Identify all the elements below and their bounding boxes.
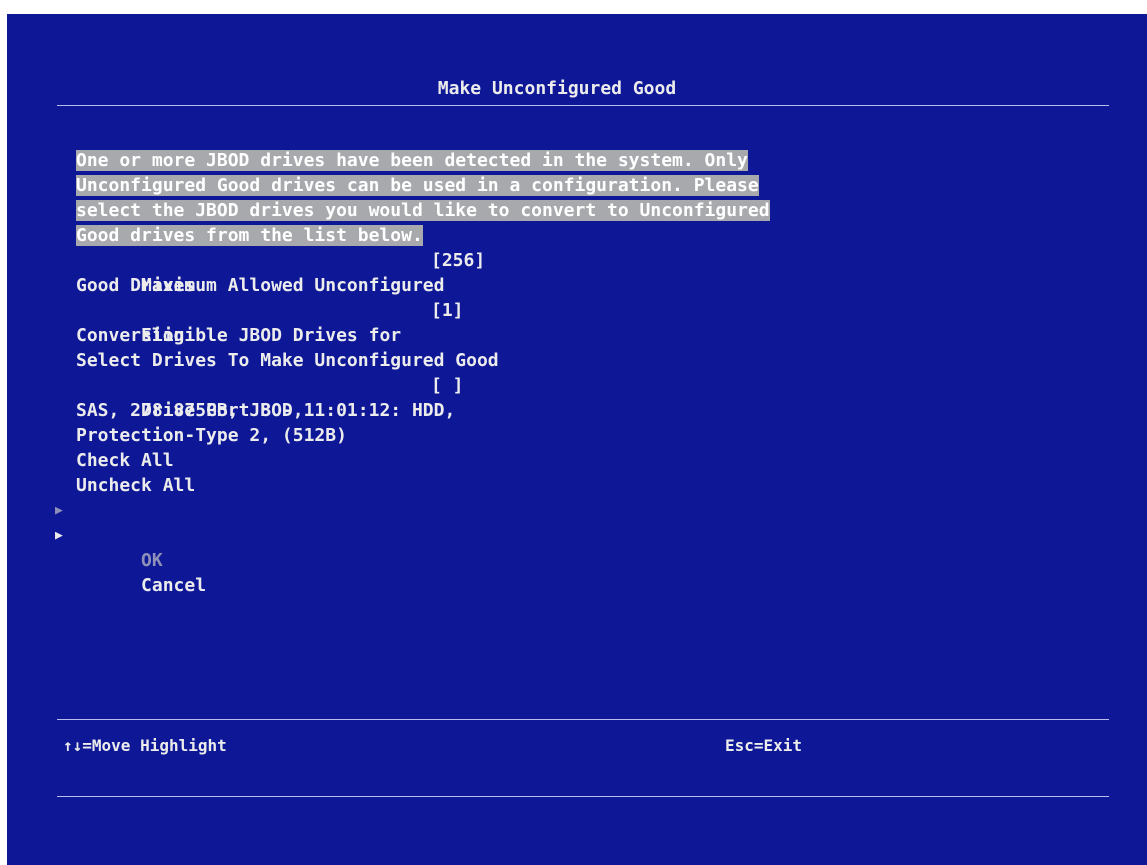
eligible-drives-row: Eligible JBOD Drives for [1] — [76, 298, 1076, 346]
description-line: One or more JBOD drives have been detect… — [76, 150, 748, 171]
max-allowed-value: [256] — [431, 250, 486, 271]
description-text: One or more JBOD drives have been detect… — [76, 148, 1076, 248]
arrow-right-icon: ▶ — [55, 528, 63, 543]
eligible-drives-label: Eligible JBOD Drives for — [141, 325, 402, 346]
footer-bottom-divider — [57, 796, 1109, 797]
description-line: Unconfigured Good drives can be used in … — [76, 175, 759, 196]
arrow-right-icon: ▶ — [55, 503, 63, 518]
bios-screen: Make Unconfigured Good One or more JBOD … — [7, 14, 1147, 865]
cancel-button[interactable]: ▶ Cancel — [55, 523, 1076, 596]
ok-label: OK — [141, 550, 163, 571]
drive-port-8-item[interactable]: Drive Port 8 - 11:01:12: HDD, [ ] — [76, 373, 1076, 421]
footer-exit-hint: Esc=Exit — [725, 736, 803, 755]
select-drives-heading: Select Drives To Make Unconfigured Good — [76, 350, 499, 371]
footer-top-divider — [57, 719, 1109, 720]
cancel-label: Cancel — [141, 575, 207, 596]
drive-label: Drive Port 8 - 11:01:12: HDD, — [141, 400, 456, 421]
max-allowed-row: Maximum Allowed Unconfigured [256] — [76, 248, 1076, 296]
footer-move-hint: ↑↓=Move Highlight — [63, 736, 227, 755]
eligible-drives-value: [1] — [431, 300, 464, 321]
uncheck-all-button[interactable]: Uncheck All — [76, 473, 1076, 498]
form-body: One or more JBOD drives have been detect… — [55, 148, 1076, 596]
check-all-button[interactable]: Check All — [76, 448, 1076, 473]
title-divider — [57, 105, 1109, 106]
max-allowed-label: Maximum Allowed Unconfigured — [141, 275, 445, 296]
ok-button[interactable]: ▶ OK — [55, 498, 1076, 571]
description-line: Good drives from the list below. — [76, 225, 423, 246]
page-title: Make Unconfigured Good — [437, 78, 677, 99]
drive-label-cont: Protection-Type 2, (512B) — [76, 425, 347, 446]
description-line: select the JBOD drives you would like to… — [76, 200, 770, 221]
drive-checkbox[interactable]: [ ] — [431, 373, 464, 398]
